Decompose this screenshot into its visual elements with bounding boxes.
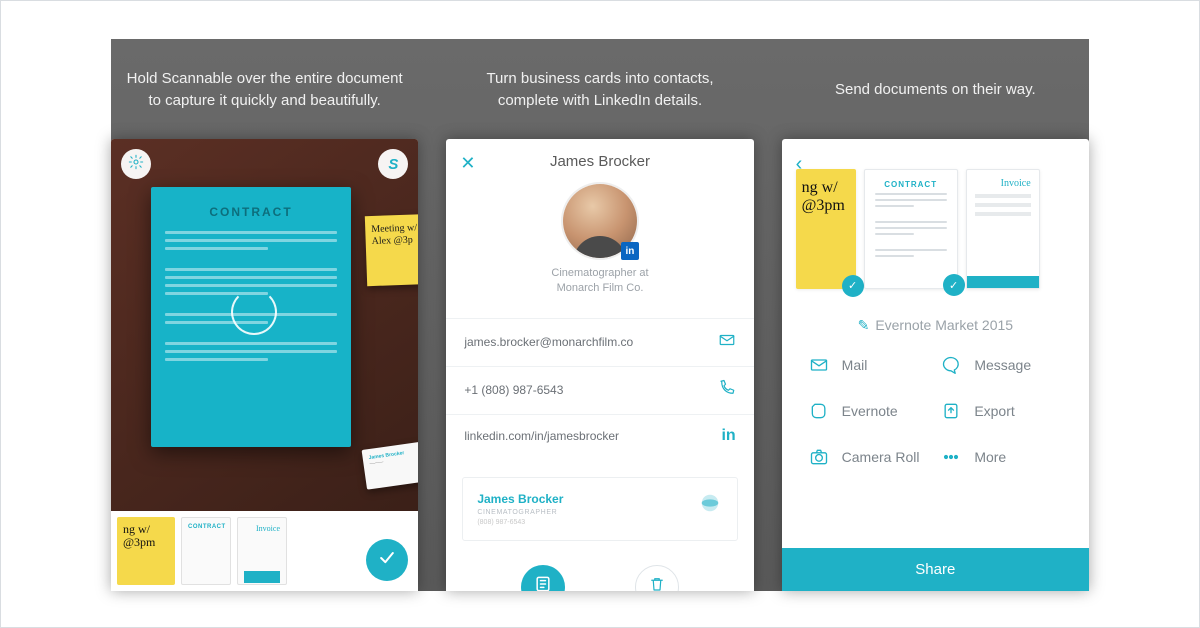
capture-thumbnail-strip: ng w/ @3pm CONTRACT Invoice — [111, 511, 418, 591]
selected-check-icon: ✓ — [842, 275, 864, 297]
share-more[interactable]: More — [940, 446, 1063, 468]
panel-contact: Turn business cards into contacts, compl… — [446, 39, 753, 591]
camera-viewfinder[interactable]: S CONTRACT — [111, 139, 418, 511]
export-icon — [940, 400, 962, 422]
linkedin-icon: in — [721, 427, 735, 445]
scannable-logo-icon: S — [388, 156, 398, 173]
send-thumb-contract[interactable]: CONTRACT ✓ — [864, 169, 958, 289]
share-camera-roll[interactable]: Camera Roll — [808, 446, 931, 468]
linkedin-value: linkedin.com/in/jamesbrocker — [464, 429, 619, 443]
send-thumb-invoice[interactable]: Invoice — [966, 169, 1040, 289]
save-contact-button[interactable] — [521, 565, 565, 591]
gear-icon — [128, 154, 144, 174]
share-mail[interactable]: Mail — [808, 354, 931, 376]
evernote-icon — [808, 400, 830, 422]
close-icon: ✕ — [460, 153, 475, 173]
linkedin-badge-icon: in — [621, 242, 639, 260]
thumb-sticky[interactable]: ng w/ @3pm — [117, 517, 175, 585]
camera-icon — [808, 446, 830, 468]
more-icon — [940, 446, 962, 468]
selected-check-icon: ✓ — [943, 274, 965, 296]
scannable-logo-button[interactable]: S — [378, 149, 408, 179]
share-export[interactable]: Export — [940, 400, 1063, 422]
panel-row: Hold Scannable over the entire document … — [111, 39, 1089, 591]
screenshot-frame: Hold Scannable over the entire document … — [0, 0, 1200, 628]
panel2-caption: Turn business cards into contacts, compl… — [446, 39, 753, 139]
scanned-card-preview[interactable]: James Brocker CINEMATOGRAPHER (808) 987-… — [462, 477, 737, 541]
sticky-note: Meeting w/ Alex @3p — [365, 214, 418, 286]
settings-button[interactable] — [121, 149, 151, 179]
thumb-contract[interactable]: CONTRACT — [181, 517, 231, 585]
close-button[interactable]: ✕ — [460, 153, 475, 174]
mail-icon — [808, 354, 830, 376]
phone-screen-contact: ✕ James Brocker in Cinematographer at Mo… — [446, 139, 753, 591]
check-icon — [377, 548, 397, 573]
panel3-caption: Send documents on their way. — [782, 39, 1089, 139]
share-evernote[interactable]: Evernote — [808, 400, 931, 422]
contact-phone-row[interactable]: +1 (808) 987-6543 — [446, 366, 753, 414]
phone-screen-capture: S CONTRACT — [111, 139, 418, 591]
share-message[interactable]: Message — [940, 354, 1063, 376]
contact-card-icon — [533, 574, 553, 591]
email-value: james.brocker@monarchfilm.co — [464, 335, 633, 349]
contact-name: James Brocker — [460, 153, 739, 170]
message-icon — [940, 354, 962, 376]
contact-linkedin-row[interactable]: linkedin.com/in/jamesbrocker in — [446, 414, 753, 457]
edit-icon: ✎ — [858, 317, 870, 333]
send-thumb-sticky[interactable]: ng w/ @3pm ✓ — [796, 169, 856, 289]
delete-button[interactable] — [635, 565, 679, 591]
panel1-caption: Hold Scannable over the entire document … — [111, 39, 418, 139]
card-logo-icon — [699, 492, 721, 514]
panel-capture: Hold Scannable over the entire document … — [111, 39, 418, 591]
mail-icon — [718, 331, 736, 354]
panel-send: Send documents on their way. ‹ ng w/ @3p… — [782, 39, 1089, 591]
phone-icon — [718, 379, 736, 402]
business-card-prop: James Brocker ––––– — [362, 440, 418, 489]
send-thumbnail-row: ng w/ @3pm ✓ CONTRACT ✓ Invoice — [782, 139, 1089, 299]
avatar: in — [561, 182, 639, 260]
thumb-invoice[interactable]: Invoice — [237, 517, 287, 585]
phone-screen-send: ‹ ng w/ @3pm ✓ CONTRACT ✓ — [782, 139, 1089, 591]
collection-name-field[interactable]: ✎Evernote Market 2015 — [782, 299, 1089, 348]
contact-subtitle: Cinematographer at Monarch Film Co. — [460, 266, 739, 296]
document-title: CONTRACT — [165, 205, 337, 219]
phone-value: +1 (808) 987-6543 — [464, 383, 563, 397]
confirm-captures-button[interactable] — [366, 539, 408, 581]
contact-email-row[interactable]: james.brocker@monarchfilm.co — [446, 318, 753, 366]
trash-icon — [648, 575, 666, 591]
capture-spinner-icon — [231, 289, 277, 335]
share-options-grid: Mail Message Evernote Export Camera Roll — [782, 348, 1089, 482]
share-button[interactable]: Share — [782, 548, 1089, 591]
